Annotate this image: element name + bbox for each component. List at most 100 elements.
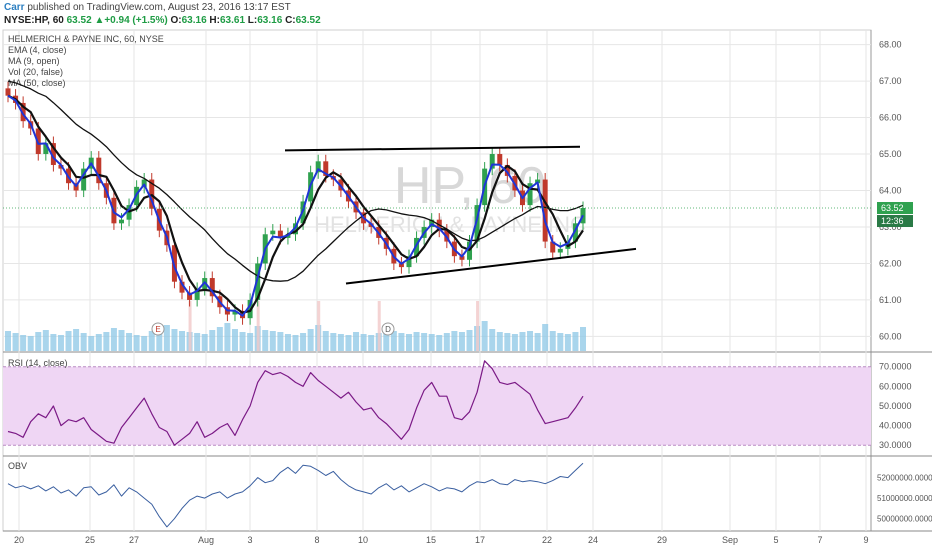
volume-bar xyxy=(5,331,11,351)
volume-bar xyxy=(247,333,254,351)
volume-bar xyxy=(330,333,337,351)
volume-bar xyxy=(27,336,34,351)
volume-bar xyxy=(353,332,360,351)
symbol-watermark: HP, 60 xyxy=(394,157,546,215)
price-tick-label: 68.00 xyxy=(879,40,902,50)
volume-bar xyxy=(224,323,231,351)
volume-bar xyxy=(413,332,420,351)
volume-bar xyxy=(209,330,216,351)
rsi-band xyxy=(3,366,871,446)
candle-body xyxy=(5,88,11,96)
volume-bar xyxy=(73,329,80,351)
price-tick-label: 66.00 xyxy=(879,113,902,123)
time-tick-label: 10 xyxy=(358,535,368,545)
volume-bar xyxy=(527,331,534,351)
volume-bar xyxy=(126,333,133,351)
volume-bar xyxy=(88,336,95,351)
time-tick-label: 7 xyxy=(817,535,822,545)
volume-bar xyxy=(368,335,375,351)
event-label: E xyxy=(155,325,160,334)
volume-bar xyxy=(458,332,465,351)
price-tick-label: 61.00 xyxy=(879,295,902,305)
volume-bar xyxy=(398,333,405,351)
volume-bar xyxy=(542,324,549,351)
volume-bar xyxy=(57,335,64,351)
time-tick-label: 22 xyxy=(542,535,552,545)
volume-bar xyxy=(284,334,291,351)
indicator-legend-item: MA (9, open) xyxy=(8,56,60,66)
volume-bar xyxy=(216,327,223,351)
time-tick-label: 29 xyxy=(657,535,667,545)
indicator-legend-item: Vol (20, false) xyxy=(8,67,63,77)
volume-bar xyxy=(451,331,458,351)
obv-tick-label: 50000000.0000 xyxy=(877,515,932,524)
time-tick-label: 8 xyxy=(314,535,319,545)
rsi-tick-label: 50.0000 xyxy=(879,401,912,411)
volume-bar xyxy=(239,332,246,351)
volume-spike-bar xyxy=(377,301,381,351)
chart-background xyxy=(0,30,932,550)
volume-bar xyxy=(489,329,496,351)
volume-bar xyxy=(436,335,443,351)
volume-bar xyxy=(292,335,299,351)
volume-bar xyxy=(405,334,412,351)
rsi-tick-label: 30.0000 xyxy=(879,440,912,450)
volume-bar xyxy=(80,333,87,351)
volume-bar xyxy=(564,334,571,351)
time-tick-label: Sep xyxy=(722,535,738,545)
rsi-pane-title: RSI (14, close) xyxy=(8,358,68,368)
event-label: D xyxy=(385,325,391,334)
time-tick-label: 25 xyxy=(85,535,95,545)
rsi-tick-label: 70.0000 xyxy=(879,362,912,372)
volume-bar xyxy=(141,336,148,351)
volume-spike-bar xyxy=(317,301,321,351)
volume-bar xyxy=(231,329,238,351)
last-price-text: 63.52 xyxy=(881,203,904,213)
volume-bar xyxy=(481,321,488,351)
price-tick-label: 62.00 xyxy=(879,258,902,268)
chart-canvas[interactable]: 60.0061.0062.0063.0064.0065.0066.0067.00… xyxy=(0,0,932,550)
volume-bar xyxy=(201,334,208,351)
price-tick-label: 67.00 xyxy=(879,76,902,86)
volume-bar xyxy=(511,334,518,351)
time-tick-label: 17 xyxy=(475,535,485,545)
indicator-legend-item: EMA (4, close) xyxy=(8,45,67,55)
time-tick-label: 27 xyxy=(129,535,139,545)
candle-body xyxy=(270,230,276,235)
candle-body xyxy=(497,154,503,165)
volume-bar xyxy=(163,325,170,351)
volume-bar xyxy=(572,332,579,351)
volume-bar xyxy=(345,335,352,351)
candle-body xyxy=(118,219,124,224)
volume-bar xyxy=(65,331,72,351)
volume-bar xyxy=(549,331,556,351)
volume-bar xyxy=(300,333,307,351)
volume-bar xyxy=(496,332,503,351)
volume-bar xyxy=(179,331,186,351)
price-tick-label: 64.00 xyxy=(879,186,902,196)
volume-bar xyxy=(534,333,541,351)
volume-bar xyxy=(337,334,344,351)
time-tick-label: 9 xyxy=(863,535,868,545)
volume-bar xyxy=(118,330,125,351)
time-tick-label: 15 xyxy=(426,535,436,545)
volume-bar xyxy=(421,333,428,351)
volume-bar xyxy=(262,330,269,351)
volume-bar xyxy=(133,335,140,351)
price-tick-label: 65.00 xyxy=(879,149,902,159)
time-tick-label: 24 xyxy=(588,535,598,545)
volume-spike-bar xyxy=(256,301,260,351)
volume-bar xyxy=(50,334,57,351)
volume-bar xyxy=(322,331,329,351)
volume-bar xyxy=(580,327,586,351)
volume-bar xyxy=(103,332,110,351)
time-tick-label: 3 xyxy=(247,535,252,545)
volume-spike-bar xyxy=(188,301,192,351)
volume-bar xyxy=(269,331,276,351)
volume-bar xyxy=(466,330,473,351)
volume-bar xyxy=(277,332,284,351)
candle-body xyxy=(557,248,563,253)
rsi-tick-label: 60.0000 xyxy=(879,381,912,391)
time-tick-label: 5 xyxy=(773,535,778,545)
volume-bar xyxy=(95,334,102,351)
